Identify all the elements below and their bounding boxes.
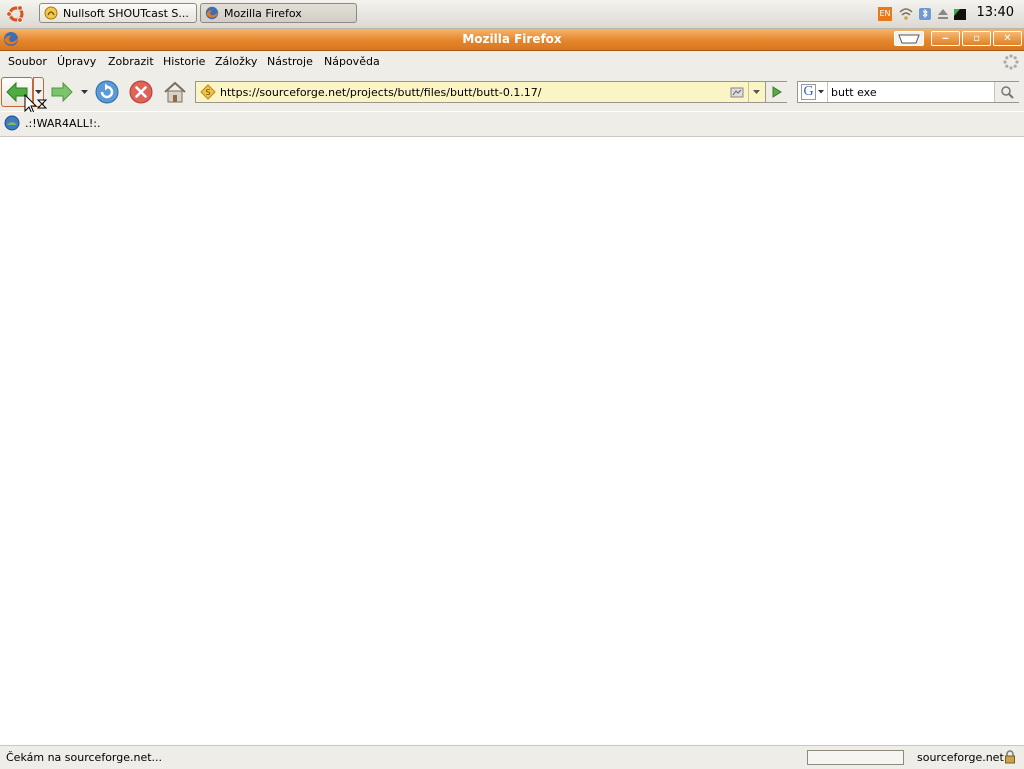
search-engine-selector[interactable]: G <box>798 82 828 102</box>
reload-icon <box>95 80 119 104</box>
go-arrow-icon <box>772 86 782 98</box>
eject-icon[interactable] <box>935 6 949 20</box>
url-bar[interactable]: S https://sourceforge.net/projects/butt/… <box>195 81 787 103</box>
menu-zalozky[interactable]: Záložky <box>215 55 257 68</box>
chevron-down-icon <box>80 89 88 94</box>
bluetooth-icon[interactable] <box>917 6 931 20</box>
reload-button[interactable] <box>94 79 120 105</box>
forward-history-dropdown[interactable] <box>79 86 89 98</box>
home-button[interactable] <box>162 79 188 105</box>
clock[interactable]: 13:40 <box>977 5 1014 20</box>
keyboard-layout-indicator[interactable]: EN <box>878 7 892 21</box>
search-input[interactable]: butt exe <box>831 86 877 99</box>
menu-soubor[interactable]: Soubor <box>8 55 47 68</box>
taskbar-item-label: Mozilla Firefox <box>224 6 302 20</box>
battery-icon[interactable] <box>952 6 966 20</box>
chevron-down-icon <box>753 89 760 94</box>
status-text: Čekám na sourceforge.net... <box>6 751 163 764</box>
site-identity-icon[interactable]: S <box>200 84 216 100</box>
forward-arrow-icon <box>51 81 73 103</box>
menu-napoveda[interactable]: Nápověda <box>324 55 380 68</box>
status-host: sourceforge.net <box>917 751 1004 764</box>
window-menu-button[interactable] <box>894 31 924 46</box>
bookmark-label: .:!WAR4ALL!:. <box>25 116 101 130</box>
ubuntu-menu-icon[interactable] <box>6 4 26 24</box>
menubar: Soubor Úpravy Zobrazit Historie Záložky … <box>0 51 1024 73</box>
taskbar-item-firefox[interactable]: Mozilla Firefox <box>200 3 357 23</box>
url-history-dropdown[interactable] <box>748 82 764 102</box>
menu-zobrazit[interactable]: Zobrazit <box>108 55 154 68</box>
menu-upravy[interactable]: Úpravy <box>57 55 96 68</box>
throbber-icon <box>1003 54 1019 70</box>
page-content[interactable] <box>0 137 1024 745</box>
status-bar: Čekám na sourceforge.net... sourceforge.… <box>0 745 1024 769</box>
window-title: Mozilla Firefox <box>462 32 562 46</box>
stop-icon <box>129 80 153 104</box>
network-icon[interactable] <box>898 6 913 20</box>
bookmarks-toolbar: .:!WAR4ALL!:. <box>0 112 1024 137</box>
menu-nastroje[interactable]: Nástroje <box>267 55 313 68</box>
chevron-down-icon <box>818 90 824 94</box>
page-icon <box>730 85 744 99</box>
firefox-icon <box>205 6 219 20</box>
progress-bar <box>807 750 904 765</box>
globe-icon <box>4 115 20 131</box>
window-titlebar[interactable]: Mozilla Firefox ‒ ▫ ✕ <box>0 29 1024 51</box>
close-icon: ✕ <box>1003 33 1012 44</box>
minimize-icon: ‒ <box>942 33 949 44</box>
taskbar-item-label: Nullsoft SHOUTcast S... <box>63 6 189 20</box>
minimize-button[interactable]: ‒ <box>931 31 960 46</box>
window-shape-icon <box>898 34 920 43</box>
svg-text:S: S <box>205 88 210 97</box>
taskbar-item-shoutcast[interactable]: Nullsoft SHOUTcast S... <box>39 3 197 23</box>
search-icon <box>1001 86 1014 99</box>
shoutcast-icon <box>44 6 58 20</box>
maximize-button[interactable]: ▫ <box>962 31 991 46</box>
bookmark-item-war4all[interactable]: .:!WAR4ALL!:. <box>4 115 100 131</box>
lock-icon[interactable] <box>1003 750 1017 764</box>
url-text[interactable]: https://sourceforge.net/projects/butt/fi… <box>220 86 542 99</box>
search-box[interactable]: G butt exe <box>797 81 1019 103</box>
stop-button[interactable] <box>128 79 154 105</box>
go-button[interactable] <box>765 82 787 102</box>
home-icon <box>164 81 186 103</box>
google-icon: G <box>801 84 816 100</box>
close-button[interactable]: ✕ <box>993 31 1022 46</box>
menu-historie[interactable]: Historie <box>163 55 205 68</box>
maximize-icon: ▫ <box>973 33 980 44</box>
forward-button[interactable] <box>48 79 76 105</box>
search-button[interactable] <box>994 82 1019 102</box>
top-panel: Nullsoft SHOUTcast S... Mozilla Firefox … <box>0 0 1024 29</box>
